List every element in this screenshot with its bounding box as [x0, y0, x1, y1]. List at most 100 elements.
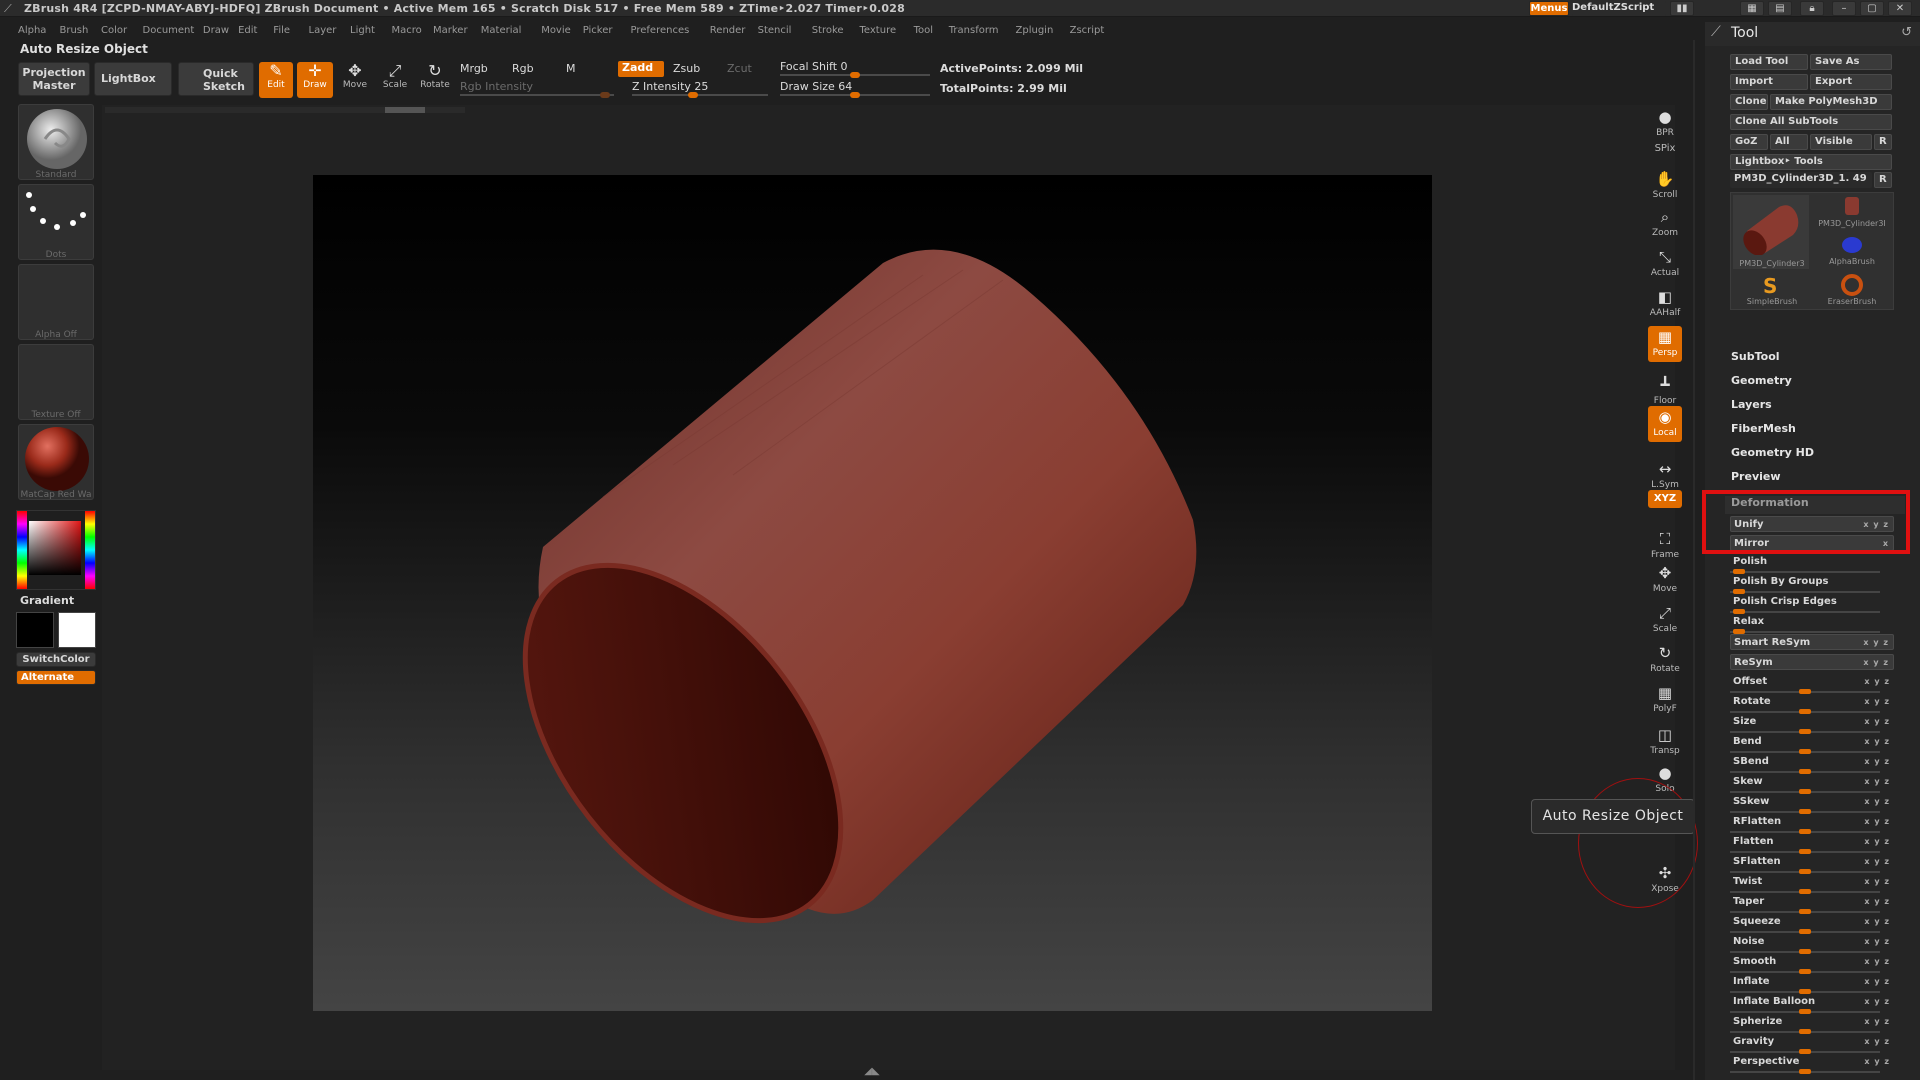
- axis-toggle[interactable]: x y z: [1864, 974, 1890, 989]
- menu-zplugin[interactable]: Zplugin: [1016, 25, 1054, 36]
- axis-toggle[interactable]: x y z: [1864, 894, 1890, 909]
- axis-toggle[interactable]: x y z: [1864, 714, 1890, 729]
- transp-button[interactable]: ◫ Transp: [1648, 724, 1682, 760]
- deform-relax[interactable]: Relax: [1730, 614, 1894, 634]
- alpha-selector[interactable]: Alpha Off: [18, 264, 94, 340]
- deform-slider-track[interactable]: [1730, 769, 1880, 774]
- document-canvas[interactable]: [313, 175, 1432, 1011]
- horizontal-scrollbar[interactable]: [105, 107, 465, 113]
- menu-document[interactable]: Document: [143, 25, 195, 36]
- deform-slider-track[interactable]: [1730, 1049, 1880, 1054]
- lightbox-tools-button[interactable]: Lightbox‣ Tools: [1730, 154, 1892, 170]
- palette-pin-icon[interactable]: ⟋: [1711, 24, 1721, 40]
- draw-size-track[interactable]: [780, 92, 930, 98]
- section-geometry[interactable]: Geometry: [1731, 374, 1792, 387]
- mrgb-toggle[interactable]: Mrgb: [460, 62, 488, 75]
- bpr-button[interactable]: ● BPR: [1648, 106, 1682, 142]
- rotate-button[interactable]: ↻ Rotate: [1648, 642, 1682, 678]
- menu-draw[interactable]: Draw: [203, 25, 229, 36]
- aahalf-button[interactable]: ◧ AAHalf: [1648, 286, 1682, 322]
- section-subtool[interactable]: SubTool: [1731, 350, 1780, 363]
- polyf-button[interactable]: ▦ PolyF: [1648, 682, 1682, 718]
- axis-toggle[interactable]: x y z: [1864, 1034, 1890, 1049]
- menu-light[interactable]: Light: [350, 25, 375, 36]
- deform-slider-track[interactable]: [1730, 1069, 1880, 1074]
- z-intensity-slider[interactable]: Z Intensity 25: [632, 80, 708, 93]
- deform-slider-track[interactable]: [1730, 629, 1880, 634]
- menu-brush[interactable]: Brush: [60, 25, 89, 36]
- axis-toggle[interactable]: x y z: [1864, 954, 1890, 969]
- tool-thumb-cylinder-active[interactable]: PM3D_Cylinder3: [1733, 195, 1809, 269]
- export-button[interactable]: Export: [1810, 74, 1892, 90]
- deform-inflate[interactable]: Inflate x y z: [1730, 974, 1894, 994]
- make-polymesh-button[interactable]: Make PolyMesh3D: [1770, 94, 1892, 110]
- minimize-icon[interactable]: –: [1832, 1, 1856, 16]
- axis-toggle[interactable]: x y z: [1864, 754, 1890, 769]
- lsym-button[interactable]: ↔ L.Sym: [1648, 458, 1682, 494]
- deform-spherize[interactable]: Spherize x y z: [1730, 1014, 1894, 1034]
- brush-selector[interactable]: Standard: [18, 104, 94, 180]
- close-icon[interactable]: ✕: [1888, 1, 1912, 16]
- deform-sbend[interactable]: SBend x y z: [1730, 754, 1894, 774]
- deform-gravity[interactable]: Gravity x y z: [1730, 1034, 1894, 1054]
- menu-material[interactable]: Material: [481, 25, 522, 36]
- zadd-toggle[interactable]: Zadd: [618, 61, 664, 77]
- deform-polish-by-groups[interactable]: Polish By Groups: [1730, 574, 1894, 594]
- gradient-toggle[interactable]: Gradient: [20, 594, 74, 607]
- axis-toggle[interactable]: x y z: [1864, 1014, 1890, 1029]
- menu-texture[interactable]: Texture: [860, 25, 897, 36]
- deform-slider-track[interactable]: [1730, 969, 1880, 974]
- tool-thumb-cylinder[interactable]: PM3D_Cylinder3I: [1813, 195, 1891, 231]
- deform-slider-track[interactable]: [1730, 869, 1880, 874]
- hue-strip-left[interactable]: [17, 511, 27, 589]
- menu-preferences[interactable]: Preferences: [631, 25, 690, 36]
- tool-thumb-eraserbrush[interactable]: EraserBrush: [1813, 273, 1891, 309]
- material-selector[interactable]: MatCap Red Wa: [18, 424, 94, 500]
- goz-r-button[interactable]: R: [1874, 134, 1892, 150]
- deform-slider-track[interactable]: [1730, 709, 1880, 714]
- deform-slider-track[interactable]: [1730, 1029, 1880, 1034]
- deform-slider-track[interactable]: [1730, 909, 1880, 914]
- current-tool-r-button[interactable]: R: [1874, 172, 1892, 188]
- deform-slider-track[interactable]: [1730, 589, 1880, 594]
- menu-stroke[interactable]: Stroke: [812, 25, 844, 36]
- goz-button[interactable]: GoZ: [1730, 134, 1768, 150]
- menu-marker[interactable]: Marker: [433, 25, 468, 36]
- deform-slider-knob[interactable]: [1799, 1069, 1811, 1074]
- import-button[interactable]: Import: [1730, 74, 1808, 90]
- menu-movie[interactable]: Movie: [541, 25, 571, 36]
- deform-slider-track[interactable]: [1730, 1009, 1880, 1014]
- deform-slider-track[interactable]: [1730, 749, 1880, 754]
- zsub-toggle[interactable]: Zsub: [673, 62, 700, 75]
- save-as-button[interactable]: Save As: [1810, 54, 1892, 70]
- section-layers[interactable]: Layers: [1731, 398, 1772, 411]
- menu-stencil[interactable]: Stencil: [758, 25, 792, 36]
- bottom-collapse-icon[interactable]: ◢◣: [860, 1066, 884, 1080]
- deform-slider-track[interactable]: [1730, 609, 1880, 614]
- xyz-button[interactable]: ⟲XYZ: [1648, 490, 1682, 508]
- lightbox-button[interactable]: LightBox: [94, 62, 172, 96]
- menus-button[interactable]: Menus: [1529, 1, 1569, 16]
- axis-toggle[interactable]: x y z: [1864, 934, 1890, 949]
- deform-slider-track[interactable]: [1730, 729, 1880, 734]
- axis-toggle[interactable]: x y z: [1864, 774, 1890, 789]
- main-color-swatch[interactable]: [16, 612, 54, 648]
- maximize-icon[interactable]: ▢: [1860, 1, 1884, 16]
- deform-bend[interactable]: Bend x y z: [1730, 734, 1894, 754]
- deform-flatten[interactable]: Flatten x y z: [1730, 834, 1894, 854]
- scale-button[interactable]: ⤢ Scale: [1648, 602, 1682, 638]
- goz-all-button[interactable]: All: [1770, 134, 1808, 150]
- axis-toggle[interactable]: x y z: [1863, 635, 1889, 650]
- focal-shift-slider[interactable]: Focal Shift 0: [780, 60, 848, 73]
- menu-transform[interactable]: Transform: [949, 25, 999, 36]
- floor-button[interactable]: ┻ Floor: [1648, 374, 1682, 410]
- rotate-button[interactable]: ↻ Rotate: [418, 62, 452, 98]
- zcut-toggle[interactable]: Zcut: [727, 62, 752, 75]
- menu-macro[interactable]: Macro: [392, 25, 422, 36]
- axis-toggle[interactable]: x y z: [1864, 814, 1890, 829]
- deform-taper[interactable]: Taper x y z: [1730, 894, 1894, 914]
- axis-toggle[interactable]: x y z: [1864, 914, 1890, 929]
- arrange-icon[interactable]: ▤: [1768, 1, 1792, 16]
- color-picker[interactable]: [16, 510, 96, 590]
- move-button[interactable]: ✥ Move: [338, 62, 372, 98]
